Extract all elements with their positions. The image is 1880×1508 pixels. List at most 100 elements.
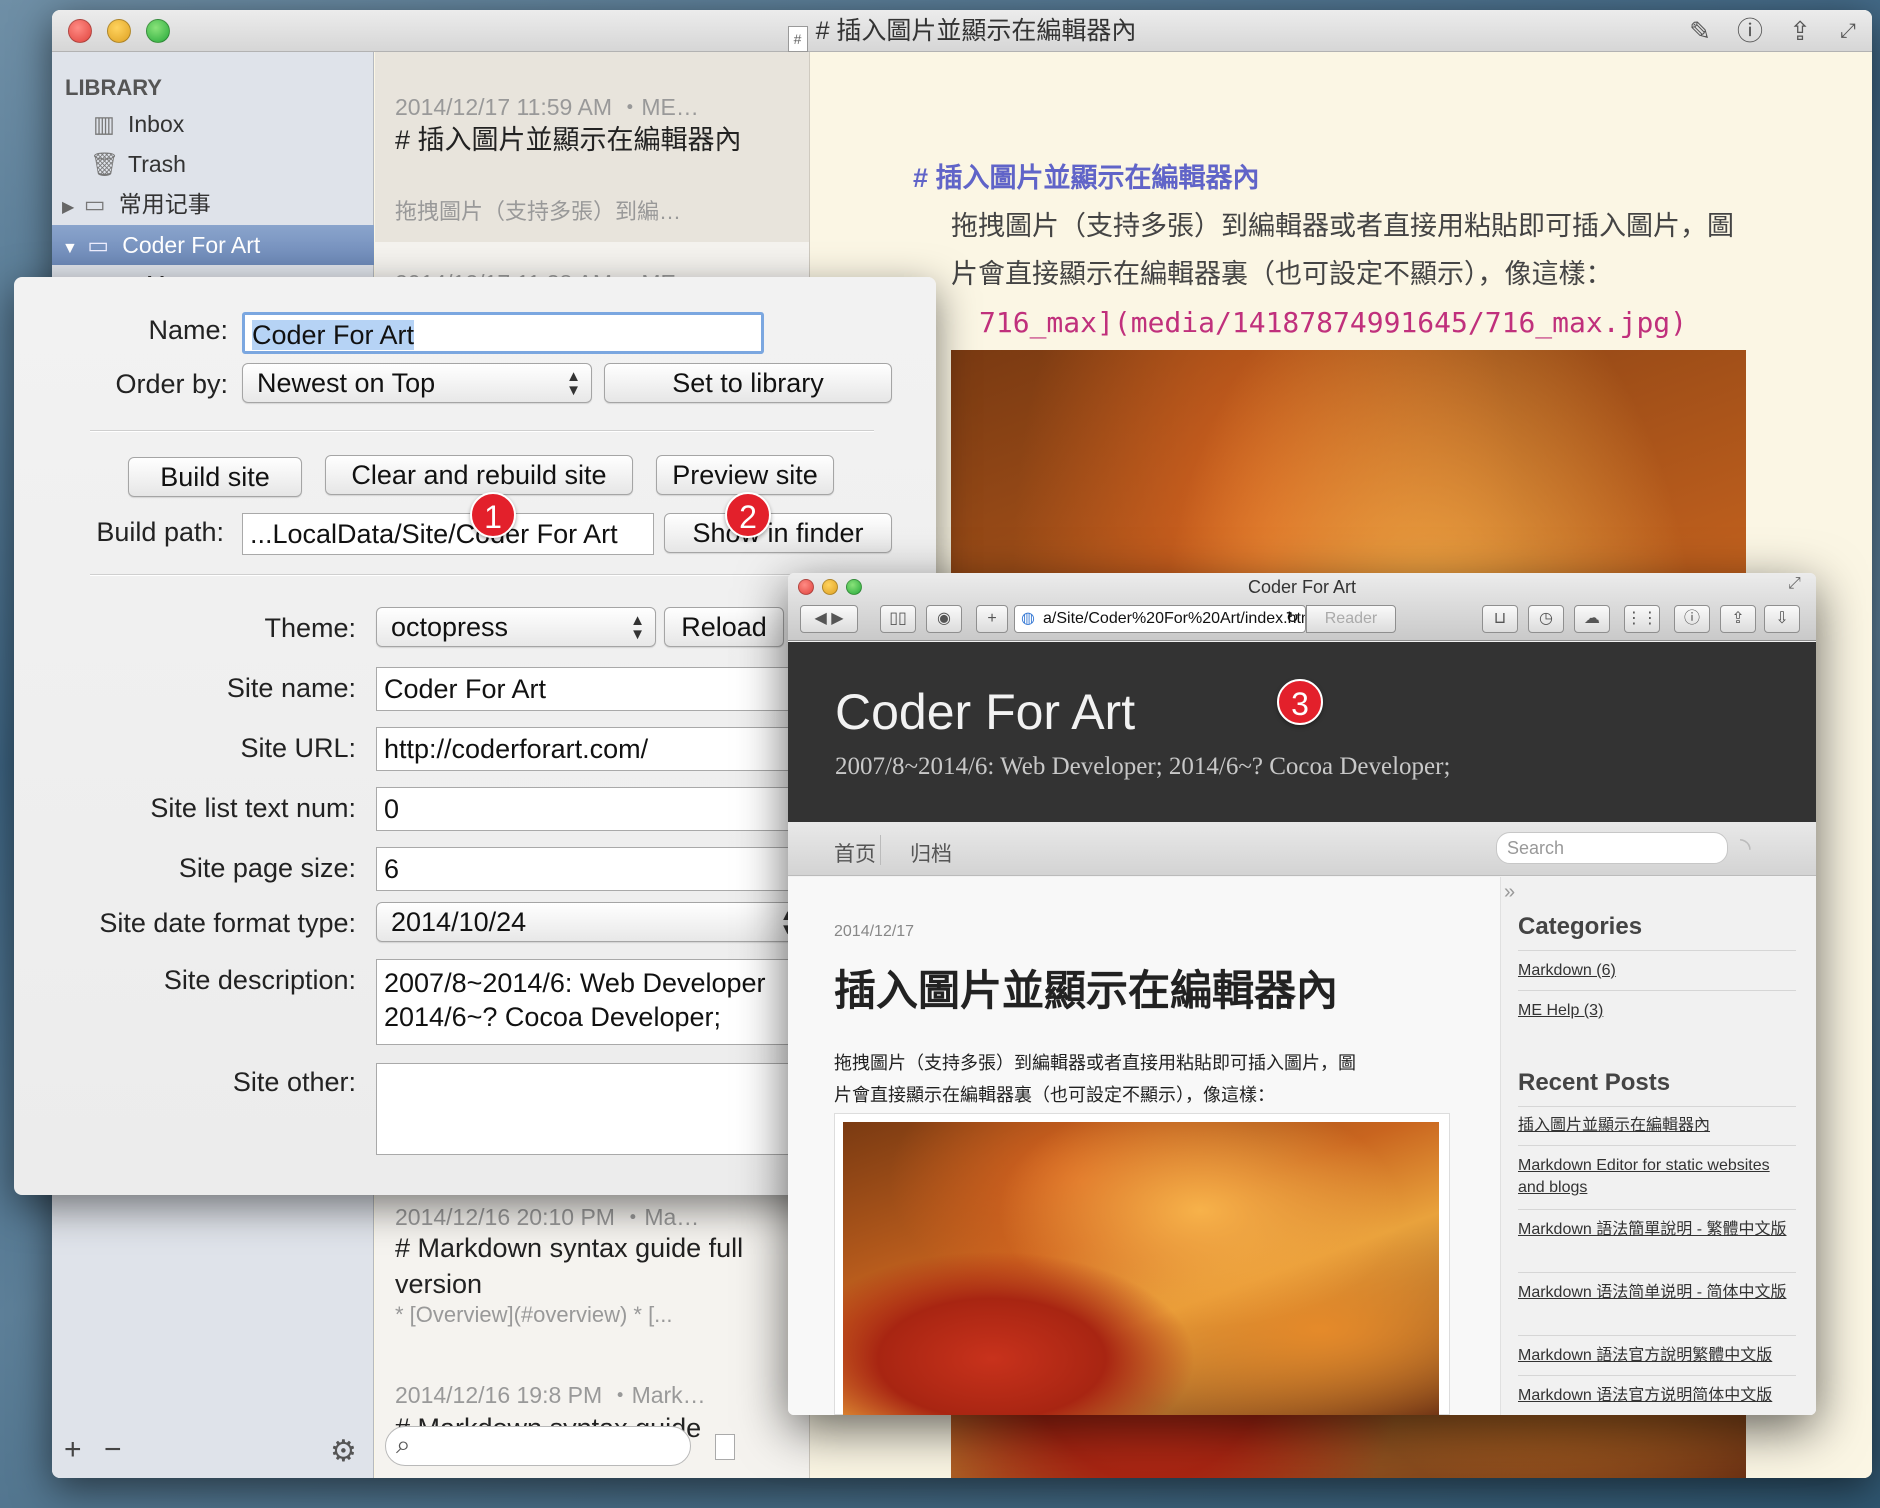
order-label: Order by:: [115, 369, 228, 399]
post-line: 片會直接顯示在編輯器裏（也可設定不顯示），像這樣：: [834, 1085, 1275, 1105]
note-snippet: 拖拽圖片（支持多張）到編…: [395, 199, 682, 224]
fullscreen-icon[interactable]: ⤢: [1788, 575, 1801, 593]
editor-heading: # 插入圖片並顯示在編輯器內: [913, 163, 1260, 193]
browser-title: Coder For Art: [1247, 577, 1357, 597]
name-label: Name:: [148, 315, 228, 345]
share-icon[interactable]: ⇪: [1720, 605, 1756, 633]
disclosure-down-icon[interactable]: ▼: [62, 240, 78, 257]
build-path-label: Build path:: [96, 517, 224, 547]
recent-posts-heading: Recent Posts: [1518, 1069, 1671, 1096]
post-image-frame: [834, 1113, 1450, 1415]
site-subtitle: 2007/8~2014/6: Web Developer; 2014/6~? C…: [835, 753, 1451, 780]
info-icon[interactable]: ⓘ: [1674, 605, 1710, 633]
back-forward-buttons[interactable]: ◀ ▶: [800, 605, 858, 633]
recent-post-link[interactable]: Markdown 语法官方说明简体中文版: [1518, 1385, 1796, 1407]
site-name-label: Site name:: [226, 673, 356, 703]
aside-rule: [1518, 1145, 1796, 1146]
reload-icon[interactable]: ↻: [1286, 606, 1299, 632]
library-heading: LIBRARY: [65, 75, 162, 100]
site-search-input[interactable]: Search: [1496, 832, 1728, 864]
show-in-finder-button[interactable]: Show in finder: [664, 513, 892, 553]
recent-post-link[interactable]: Markdown 語法官方說明繁體中文版: [1518, 1345, 1796, 1367]
recent-post-link[interactable]: Markdown 語法簡單說明 - 繁體中文版: [1518, 1219, 1796, 1241]
site-other-label: Site other:: [232, 1067, 356, 1097]
reader-button[interactable]: Reader: [1306, 605, 1396, 633]
nav-home[interactable]: 首页: [834, 838, 876, 868]
history-icon[interactable]: ◷: [1528, 605, 1564, 633]
build-site-button[interactable]: Build site: [128, 457, 302, 497]
aside-rule: [1518, 1106, 1796, 1107]
gear-icon[interactable]: ⚙: [330, 1434, 357, 1469]
sidebar-toggle[interactable]: »: [1504, 881, 1515, 904]
build-path-field[interactable]: ...LocalData/Site/Coder For Art: [242, 513, 654, 555]
recent-post-link[interactable]: 插入圖片並顯示在編輯器內: [1518, 1115, 1796, 1137]
window-title: # # 插入圖片並顯示在編輯器內: [52, 10, 1872, 52]
wrench-icon[interactable]: ✎: [1684, 16, 1716, 46]
site-title[interactable]: Coder For Art: [835, 683, 1135, 741]
annotation-badge-1: 1: [470, 492, 516, 538]
category-link[interactable]: Markdown (6): [1518, 960, 1616, 982]
aside-rule: [1518, 1209, 1796, 1210]
search-input[interactable]: ⌕: [385, 1426, 691, 1466]
clear-rebuild-button[interactable]: Clear and rebuild site: [325, 455, 633, 495]
bookmarks-icon[interactable]: ▯▯: [880, 605, 916, 633]
fullscreen-icon[interactable]: ⤢: [1832, 16, 1864, 46]
post-title[interactable]: 插入圖片並顯示在編輯器內: [834, 957, 1338, 1018]
note-title[interactable]: # Markdown syntax guide full version: [395, 1230, 795, 1302]
reading-list-icon[interactable]: ⊔: [1482, 605, 1518, 633]
sidebar-item-notes[interactable]: ▶ ▭ 常用记事: [62, 187, 211, 221]
category-link[interactable]: ME Help (3): [1518, 1000, 1603, 1022]
grid-icon[interactable]: ⋮⋮: [1624, 605, 1660, 633]
annotation-badge-3: 3: [1277, 679, 1323, 725]
order-select[interactable]: Newest on Top ▲ ▼: [242, 363, 592, 403]
top-sites-icon[interactable]: ◉: [926, 605, 962, 633]
share-icon[interactable]: ⇪: [1784, 16, 1816, 46]
rss-icon[interactable]: ◝: [1740, 831, 1751, 864]
sidebar-item-trash[interactable]: 🗑 Trash: [90, 147, 186, 181]
name-field[interactable]: Coder For Art: [242, 312, 764, 354]
address-bar[interactable]: ◍ a/Site/Coder%20For%20Art/index.html ↻: [1014, 605, 1306, 633]
popup-arrows-icon: ▲▼: [630, 612, 645, 643]
new-note-icon[interactable]: [715, 1434, 735, 1460]
info-icon[interactable]: ⓘ: [1734, 16, 1766, 46]
note-title: # 插入圖片並顯示在編輯器內: [395, 125, 742, 155]
note-date: 2014/12/17 11:59 AM ・ME…: [395, 94, 699, 120]
download-icon[interactable]: ⇩: [1764, 605, 1800, 633]
set-to-library-button[interactable]: Set to library: [604, 363, 892, 403]
nav-divider: [880, 835, 881, 865]
trash-icon: 🗑: [90, 151, 120, 177]
reload-button[interactable]: Reload: [664, 607, 784, 647]
window-title-text: # 插入圖片並顯示在編輯器內: [815, 17, 1137, 45]
nav-archive[interactable]: 归档: [910, 838, 952, 868]
sidebar-item-inbox[interactable]: ▥ Inbox: [90, 107, 184, 141]
recent-post-link[interactable]: Markdown Editor for static websites and …: [1518, 1155, 1796, 1199]
browser-toolbar: Coder For Art ⤢ ◀ ▶ ▯▯ ◉ + ◍ a/Site/Code…: [788, 573, 1816, 641]
add-button[interactable]: +: [64, 1433, 82, 1467]
sidebar-item-coder-for-art[interactable]: ▼ ▭ Coder For Art: [52, 225, 374, 265]
separator: [90, 430, 874, 432]
aside-rule: [1518, 990, 1796, 991]
annotation-badge-2: 2: [725, 492, 771, 538]
aside-rule: [1518, 1335, 1796, 1336]
inbox-icon: ▥: [93, 111, 115, 137]
post-date: 2014/12/17: [834, 923, 915, 940]
remove-button[interactable]: −: [104, 1433, 122, 1467]
preview-site-button[interactable]: Preview site: [656, 455, 834, 495]
aside-rule: [1518, 1272, 1796, 1273]
note-date: 2014/12/16 20:10 PM ・Ma…: [395, 1204, 700, 1230]
document-icon: #: [787, 26, 808, 52]
cloud-icon[interactable]: ☁: [1574, 605, 1610, 633]
description-label: Site description:: [163, 965, 356, 995]
theme-label: Theme:: [264, 613, 356, 643]
date-format-select[interactable]: 2014/10/24 ▲▼: [376, 902, 806, 942]
disclosure-right-icon[interactable]: ▶: [62, 199, 74, 216]
editor-line: 拖拽圖片（支持多張）到編輯器或者直接用粘貼即可插入圖片，圖: [951, 211, 1734, 241]
note-date: 2014/12/16 19:8 PM ・Mark…: [395, 1382, 706, 1408]
theme-select[interactable]: octopress ▲ ▼: [376, 607, 656, 647]
new-tab-icon[interactable]: +: [976, 605, 1008, 633]
popup-arrows-icon: ▲▼: [566, 368, 581, 399]
list-text-num-label: Site list text num:: [150, 793, 356, 823]
recent-post-link[interactable]: Markdown 语法简单说明 - 简体中文版: [1518, 1282, 1796, 1304]
globe-icon: ◍: [1021, 610, 1035, 627]
title-bar: # # 插入圖片並顯示在編輯器內 ✎ ⓘ ⇪ ⤢: [52, 10, 1872, 52]
